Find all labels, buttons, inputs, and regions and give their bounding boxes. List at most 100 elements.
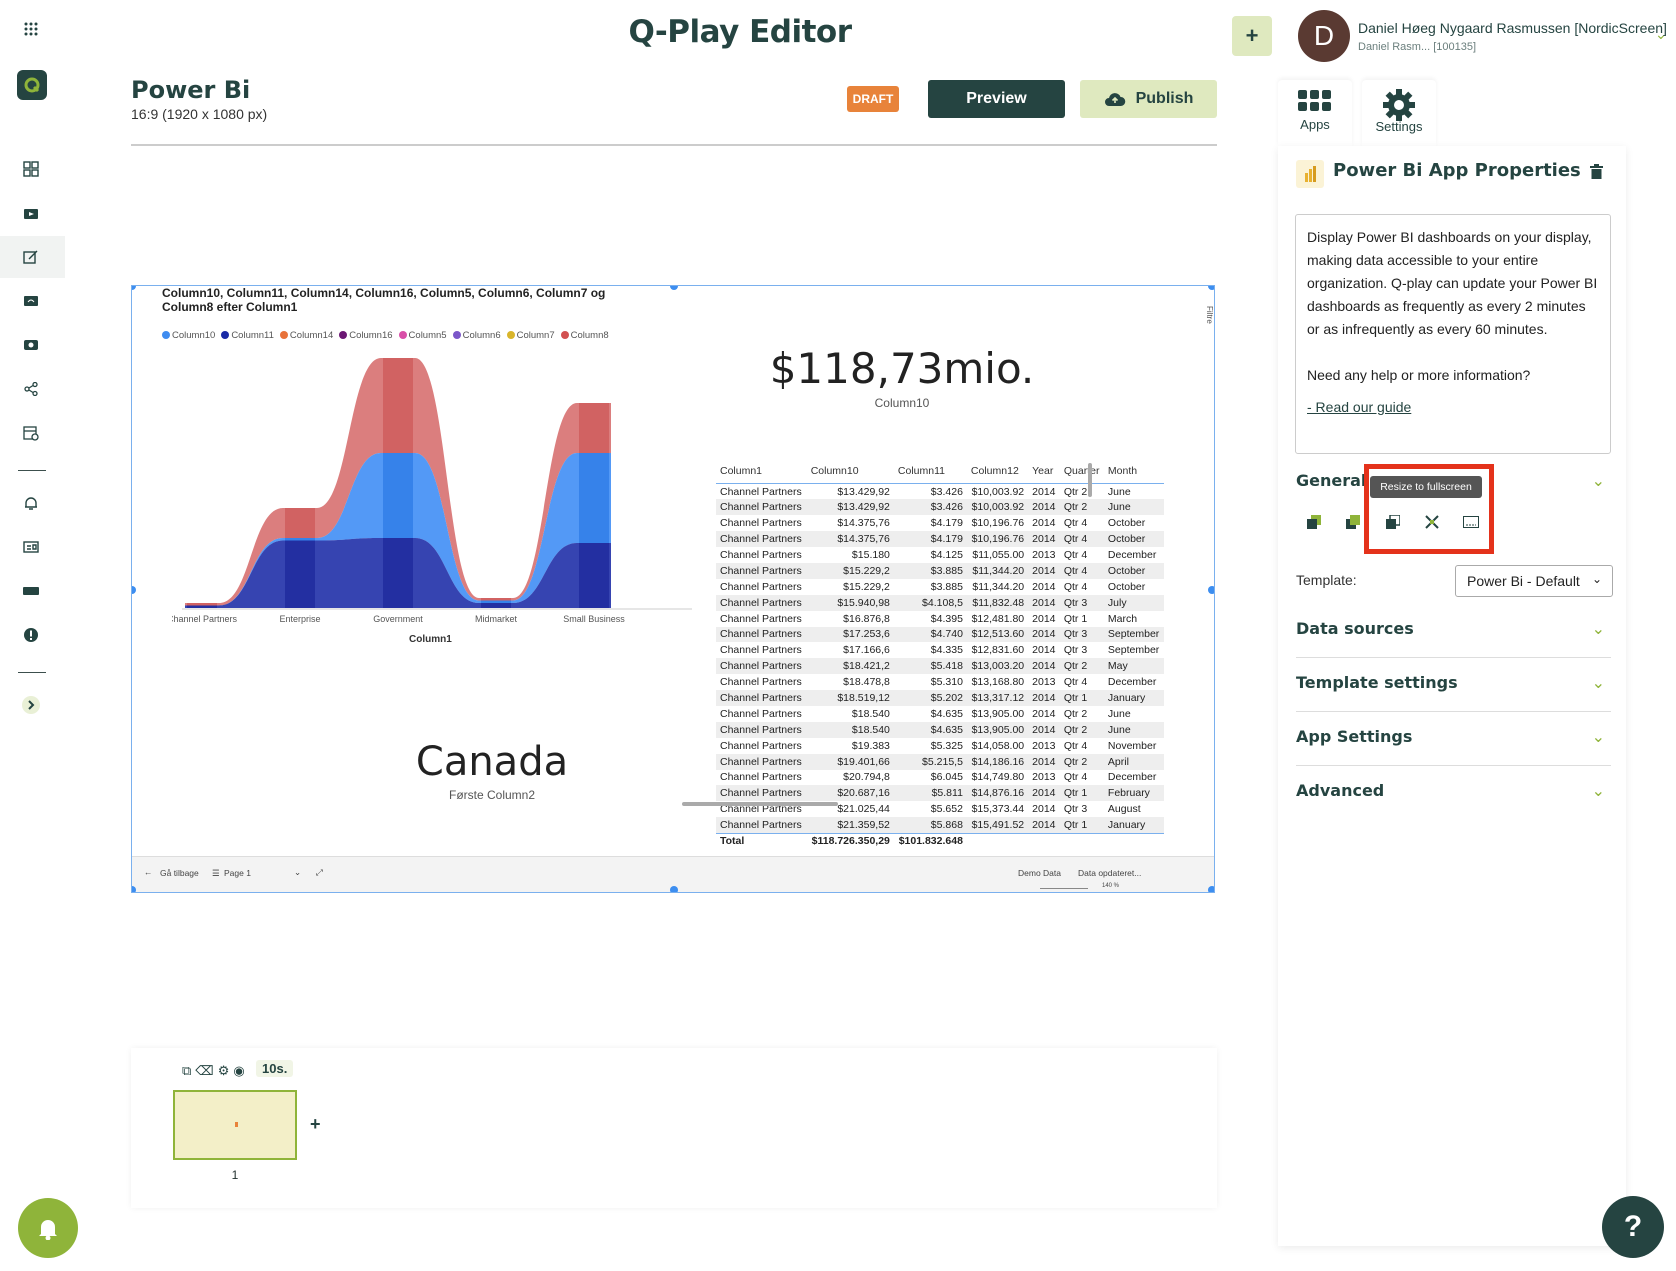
table-row[interactable]: Channel Partners $14.375,76 $4.179 $10,196.…: [716, 515, 1164, 531]
ribbon-bar[interactable]: [285, 540, 315, 609]
resize-handle[interactable]: [132, 286, 136, 290]
read-guide-link[interactable]: - Read our guide: [1307, 399, 1411, 415]
legend-item[interactable]: Column14: [279, 330, 333, 341]
table-scrollbar[interactable]: [1088, 463, 1092, 497]
back-icon[interactable]: ←: [144, 867, 153, 877]
help-button[interactable]: ?: [1602, 1196, 1664, 1258]
table-row[interactable]: Channel Partners $19.383 $5.325 $14,058.00 2…: [716, 738, 1164, 754]
table-row[interactable]: Channel Partners $21.359,52 $5.868 $15,491.…: [716, 817, 1164, 834]
table-row[interactable]: Channel Partners $13.429,92 $3.426 $10,003.…: [716, 484, 1164, 500]
section-data-sources[interactable]: Data sources ⌄: [1296, 619, 1611, 638]
zoom-slider[interactable]: [1040, 888, 1088, 889]
preview-button[interactable]: Preview: [928, 80, 1065, 118]
trash-icon[interactable]: [1590, 164, 1603, 183]
screens-icon[interactable]: [18, 288, 44, 314]
table-row[interactable]: Channel Partners $14.375,76 $4.179 $10,196.…: [716, 531, 1164, 548]
legend-item[interactable]: Column8: [560, 330, 609, 341]
resize-handle[interactable]: [670, 286, 678, 290]
section-template-settings[interactable]: Template settings ⌄: [1296, 673, 1611, 692]
publish-button[interactable]: Publish: [1080, 80, 1217, 118]
legend-item[interactable]: Column7: [506, 330, 555, 341]
ribbon-bar[interactable]: [481, 600, 511, 604]
slide-thumbnail[interactable]: [173, 1090, 297, 1160]
qplay-logo-icon[interactable]: [17, 70, 47, 100]
chevron-down-icon[interactable]: ⌄: [1592, 781, 1605, 800]
column-header[interactable]: Column12: [966, 463, 1029, 484]
column-header[interactable]: Year: [1028, 463, 1060, 484]
back-link[interactable]: Gå tilbage: [160, 868, 199, 878]
ribbon-chart[interactable]: Channel Partners Enterprise Government Midm…: [172, 346, 732, 646]
table-row[interactable]: Channel Partners $18.421,2 $5.418 $13,003.2…: [716, 658, 1164, 675]
chevron-down-icon[interactable]: ⌄: [1592, 727, 1605, 746]
add-button[interactable]: +: [1232, 16, 1272, 56]
alert-icon[interactable]: [18, 622, 44, 648]
resize-handle[interactable]: [132, 886, 136, 892]
chevron-down-icon[interactable]: ⌄: [1655, 26, 1667, 43]
ribbon-bar[interactable]: [481, 598, 511, 601]
copy-icon[interactable]: ⧉: [182, 1063, 191, 1079]
table-row[interactable]: Channel Partners $18.519,12 $5.202 $13,317.…: [716, 690, 1164, 706]
add-slide-button[interactable]: +: [310, 1114, 321, 1135]
legend-item[interactable]: Column11: [221, 330, 274, 341]
table-hscrollbar[interactable]: [682, 802, 838, 806]
table-row[interactable]: Channel Partners $20.687,16 $5.811 $14,876.…: [716, 785, 1164, 802]
chevron-down-icon[interactable]: ⌄: [294, 867, 301, 878]
table-row[interactable]: Channel Partners $17.253,6 $4.740 $12,513.6…: [716, 626, 1164, 643]
page-select[interactable]: Page 1: [224, 868, 251, 878]
table-row[interactable]: Channel Partners $13.429,92 $3.426 $10,003.…: [716, 499, 1164, 516]
section-advanced[interactable]: Advanced ⌄: [1296, 781, 1611, 800]
ribbon-bar[interactable]: [285, 538, 315, 541]
column-header[interactable]: Month: [1103, 463, 1164, 484]
ribbon-bar[interactable]: [579, 543, 609, 608]
share-icon[interactable]: [18, 376, 44, 402]
column-header[interactable]: Column11: [893, 463, 967, 484]
resize-handle[interactable]: [1208, 286, 1214, 290]
ribbon-bar[interactable]: [579, 453, 609, 543]
slide-duration[interactable]: 10s.: [256, 1060, 294, 1077]
player-icon[interactable]: [18, 332, 44, 358]
chevron-down-icon[interactable]: ⌄: [1592, 619, 1605, 638]
alarm-icon[interactable]: [18, 490, 44, 516]
table-row[interactable]: Channel Partners $18.540 $4.635 $13,905.00 2…: [716, 721, 1164, 738]
media-icon[interactable]: [18, 200, 44, 226]
resize-handle[interactable]: [670, 886, 678, 892]
resize-handle[interactable]: [1208, 586, 1214, 594]
eraser-icon[interactable]: ⌫: [195, 1063, 213, 1079]
schedule-icon[interactable]: [18, 420, 44, 446]
ribbon-bar[interactable]: [187, 605, 217, 609]
table-row[interactable]: Channel Partners $20.794,8 $6.045 $14,749.8…: [716, 770, 1164, 786]
expand-icon[interactable]: ⤢: [316, 867, 323, 878]
column-header[interactable]: Column1: [716, 463, 807, 484]
ribbon-bar[interactable]: [187, 603, 217, 606]
column-header[interactable]: Quarter: [1059, 463, 1104, 484]
report-canvas[interactable]: Column10, Column11, Column14, Column16, …: [131, 285, 1215, 893]
avatar[interactable]: D: [1298, 10, 1350, 62]
app-grid-icon[interactable]: [18, 16, 44, 42]
chevron-down-icon[interactable]: ⌄: [1592, 673, 1605, 692]
legend-item[interactable]: Column10: [162, 330, 215, 341]
table-row[interactable]: Channel Partners $19.401,66 $5.215,5 $14,18…: [716, 753, 1164, 770]
chevron-down-icon[interactable]: ⌄: [1592, 471, 1605, 490]
display-bar-icon[interactable]: [18, 578, 44, 604]
layer-back-icon[interactable]: [1305, 513, 1323, 531]
ribbon-bar[interactable]: [579, 403, 609, 453]
table-row[interactable]: Channel Partners $17.166,6 $4.335 $12,831.6…: [716, 642, 1164, 658]
table-row[interactable]: Channel Partners $15.180 $4.125 $11,055.00 2…: [716, 547, 1164, 563]
tab-settings[interactable]: Settings: [1362, 80, 1436, 146]
ribbon-bar[interactable]: [481, 603, 511, 608]
eye-icon[interactable]: ◉: [233, 1063, 244, 1079]
template-select[interactable]: Power Bi - Default ⌄: [1455, 565, 1613, 597]
gear-icon[interactable]: ⚙: [218, 1063, 230, 1079]
expand-nav-icon[interactable]: [18, 692, 44, 718]
legend-item[interactable]: Column6: [452, 330, 501, 341]
table-row[interactable]: Channel Partners $18.478,8 $5.310 $13,168.8…: [716, 674, 1164, 690]
ribbon-bar[interactable]: [383, 358, 413, 453]
section-app-settings[interactable]: App Settings ⌄: [1296, 727, 1611, 746]
table-row[interactable]: Channel Partners $15.229,2 $3.885 $11,344.2…: [716, 579, 1164, 595]
user-name[interactable]: Daniel Høeg Nygaard Rasmussen [NordicScr…: [1358, 20, 1667, 36]
filters-pane[interactable]: Filtre: [1200, 306, 1214, 324]
column-header[interactable]: Column10: [806, 463, 894, 484]
editor-icon[interactable]: [18, 244, 44, 270]
ribbon-bar[interactable]: [383, 453, 413, 538]
table-row[interactable]: Channel Partners $15.229,2 $3.885 $11,344.2…: [716, 562, 1164, 579]
